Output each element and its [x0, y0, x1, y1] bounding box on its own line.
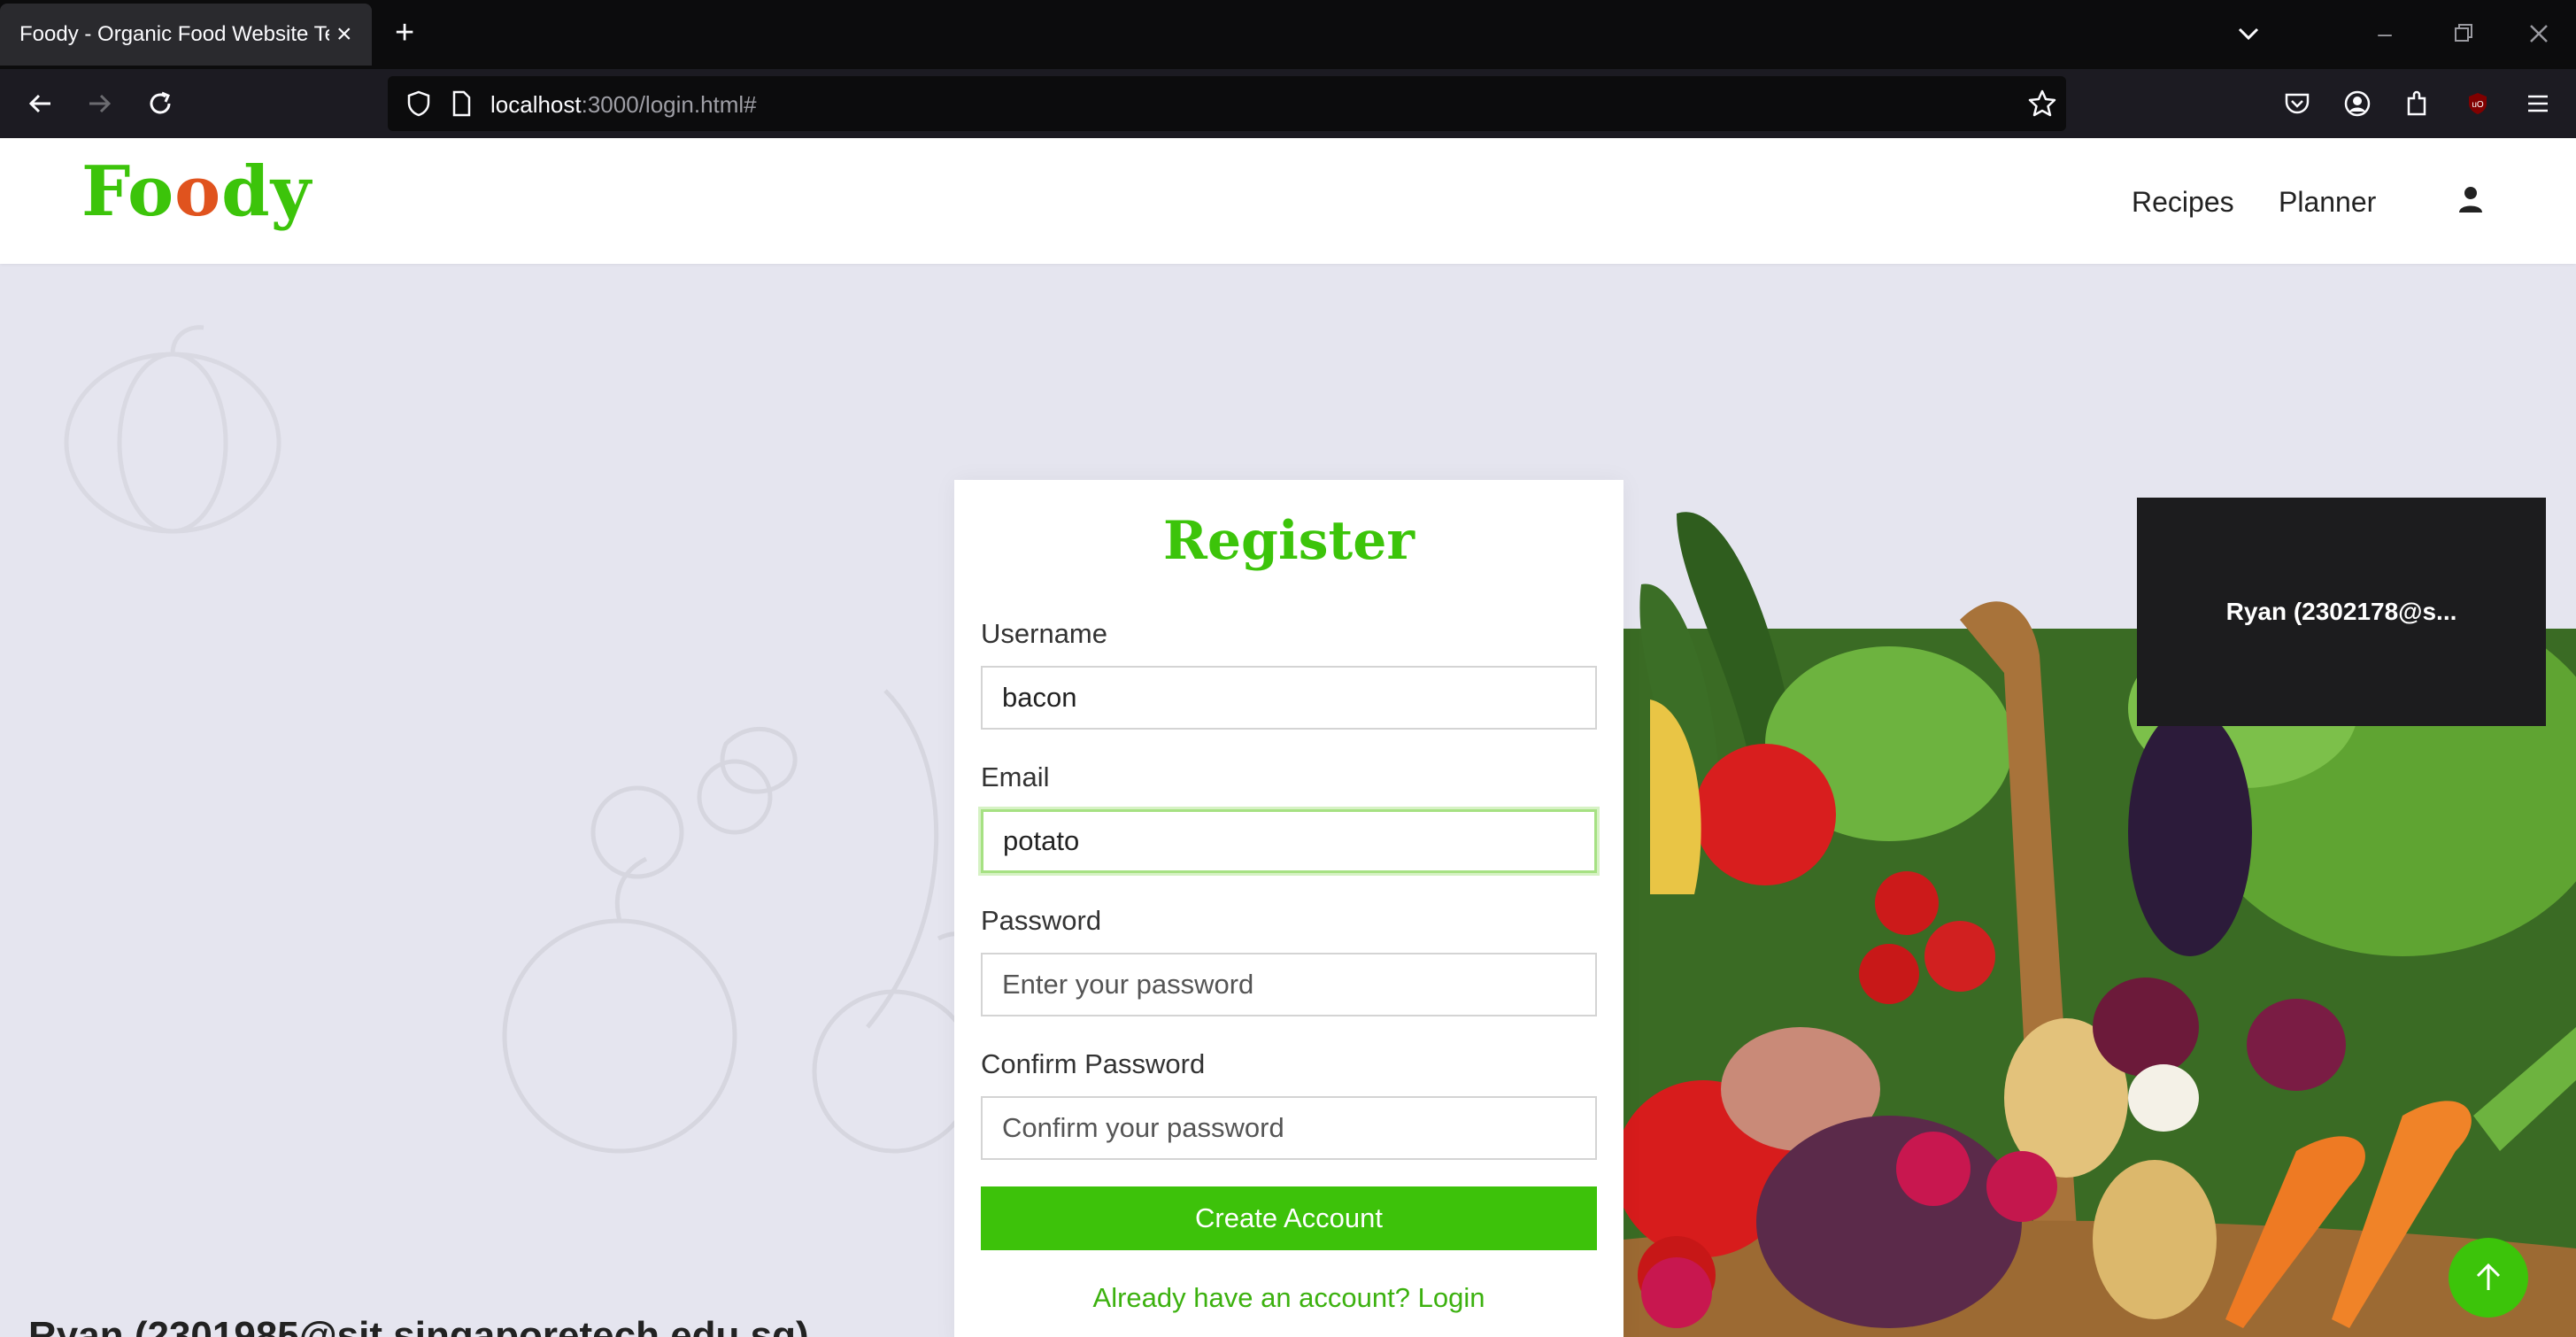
extensions-icon[interactable] [2399, 85, 2436, 122]
pocket-icon[interactable] [2279, 85, 2316, 122]
reload-icon[interactable] [142, 85, 179, 122]
page-icon [443, 85, 480, 122]
url-host: localhost [490, 91, 582, 118]
logo-part: o [174, 151, 222, 232]
browser-tab[interactable]: Foody - Organic Food Website Ten × [0, 4, 372, 66]
tab-title: Foody - Organic Food Website Ten [19, 22, 329, 46]
participant-name: Ryan (2302178@s... [2225, 598, 2457, 625]
url-path: :3000/login.html# [581, 91, 757, 118]
minimize-icon[interactable]: – [2365, 14, 2404, 53]
new-tab-icon[interactable]: + [395, 16, 414, 50]
browser-nav-bar: localhost:3000/login.html# uO [0, 69, 2576, 138]
participant-caption: Ryan (2301985@sit.singaporetech.edu.sg) [28, 1314, 809, 1337]
tab-close-icon[interactable]: × [336, 21, 352, 48]
restore-icon[interactable] [2443, 14, 2482, 53]
login-link[interactable]: Already have an account? Login [954, 1282, 1623, 1314]
star-icon[interactable] [2024, 85, 2061, 122]
email-label: Email [981, 761, 1050, 792]
logo-part: dy [221, 151, 312, 232]
foody-logo[interactable]: Foody [81, 158, 312, 227]
register-title: Register [1162, 510, 1415, 572]
nav-link-planner[interactable]: Planner [2279, 186, 2376, 219]
svg-text:uO: uO [2472, 100, 2484, 110]
confirm-password-label: Confirm Password [981, 1048, 1206, 1079]
logo-part: Fo [81, 151, 175, 232]
ublock-icon[interactable]: uO [2459, 85, 2496, 122]
fruit-doodle-icon [502, 689, 983, 1154]
confirm-password-input[interactable] [981, 1096, 1597, 1160]
account-icon[interactable] [2339, 85, 2376, 122]
nav-link-recipes[interactable]: Recipes [2132, 186, 2234, 219]
password-label: Password [981, 905, 1102, 936]
shield-icon[interactable] [400, 85, 437, 122]
back-icon[interactable] [21, 85, 58, 122]
url-bar[interactable]: localhost:3000/login.html# [388, 76, 2066, 131]
tab-list-icon[interactable] [2233, 18, 2264, 50]
menu-icon[interactable] [2519, 85, 2557, 122]
pumpkin-doodle-icon [64, 325, 282, 534]
arrow-up-icon [2476, 1263, 2501, 1290]
password-input[interactable] [981, 953, 1597, 1016]
browser-tab-bar: Foody - Organic Food Website Ten × + – [0, 0, 2576, 69]
site-header: Foody Recipes Planner [0, 138, 2576, 264]
url-text[interactable]: localhost:3000/login.html# [490, 91, 757, 119]
username-label: Username [981, 618, 1107, 649]
user-icon[interactable] [2456, 184, 2486, 214]
back-to-top-button[interactable] [2449, 1238, 2528, 1318]
email-input[interactable] [981, 809, 1597, 873]
close-icon[interactable] [2519, 14, 2558, 53]
forward-icon[interactable] [81, 85, 119, 122]
create-account-button[interactable]: Create Account [981, 1186, 1597, 1250]
register-card: Register Username Email Password Confirm… [954, 480, 1623, 1337]
participant-tile: Ryan (2302178@s... [2137, 498, 2546, 726]
username-input[interactable] [981, 666, 1597, 730]
